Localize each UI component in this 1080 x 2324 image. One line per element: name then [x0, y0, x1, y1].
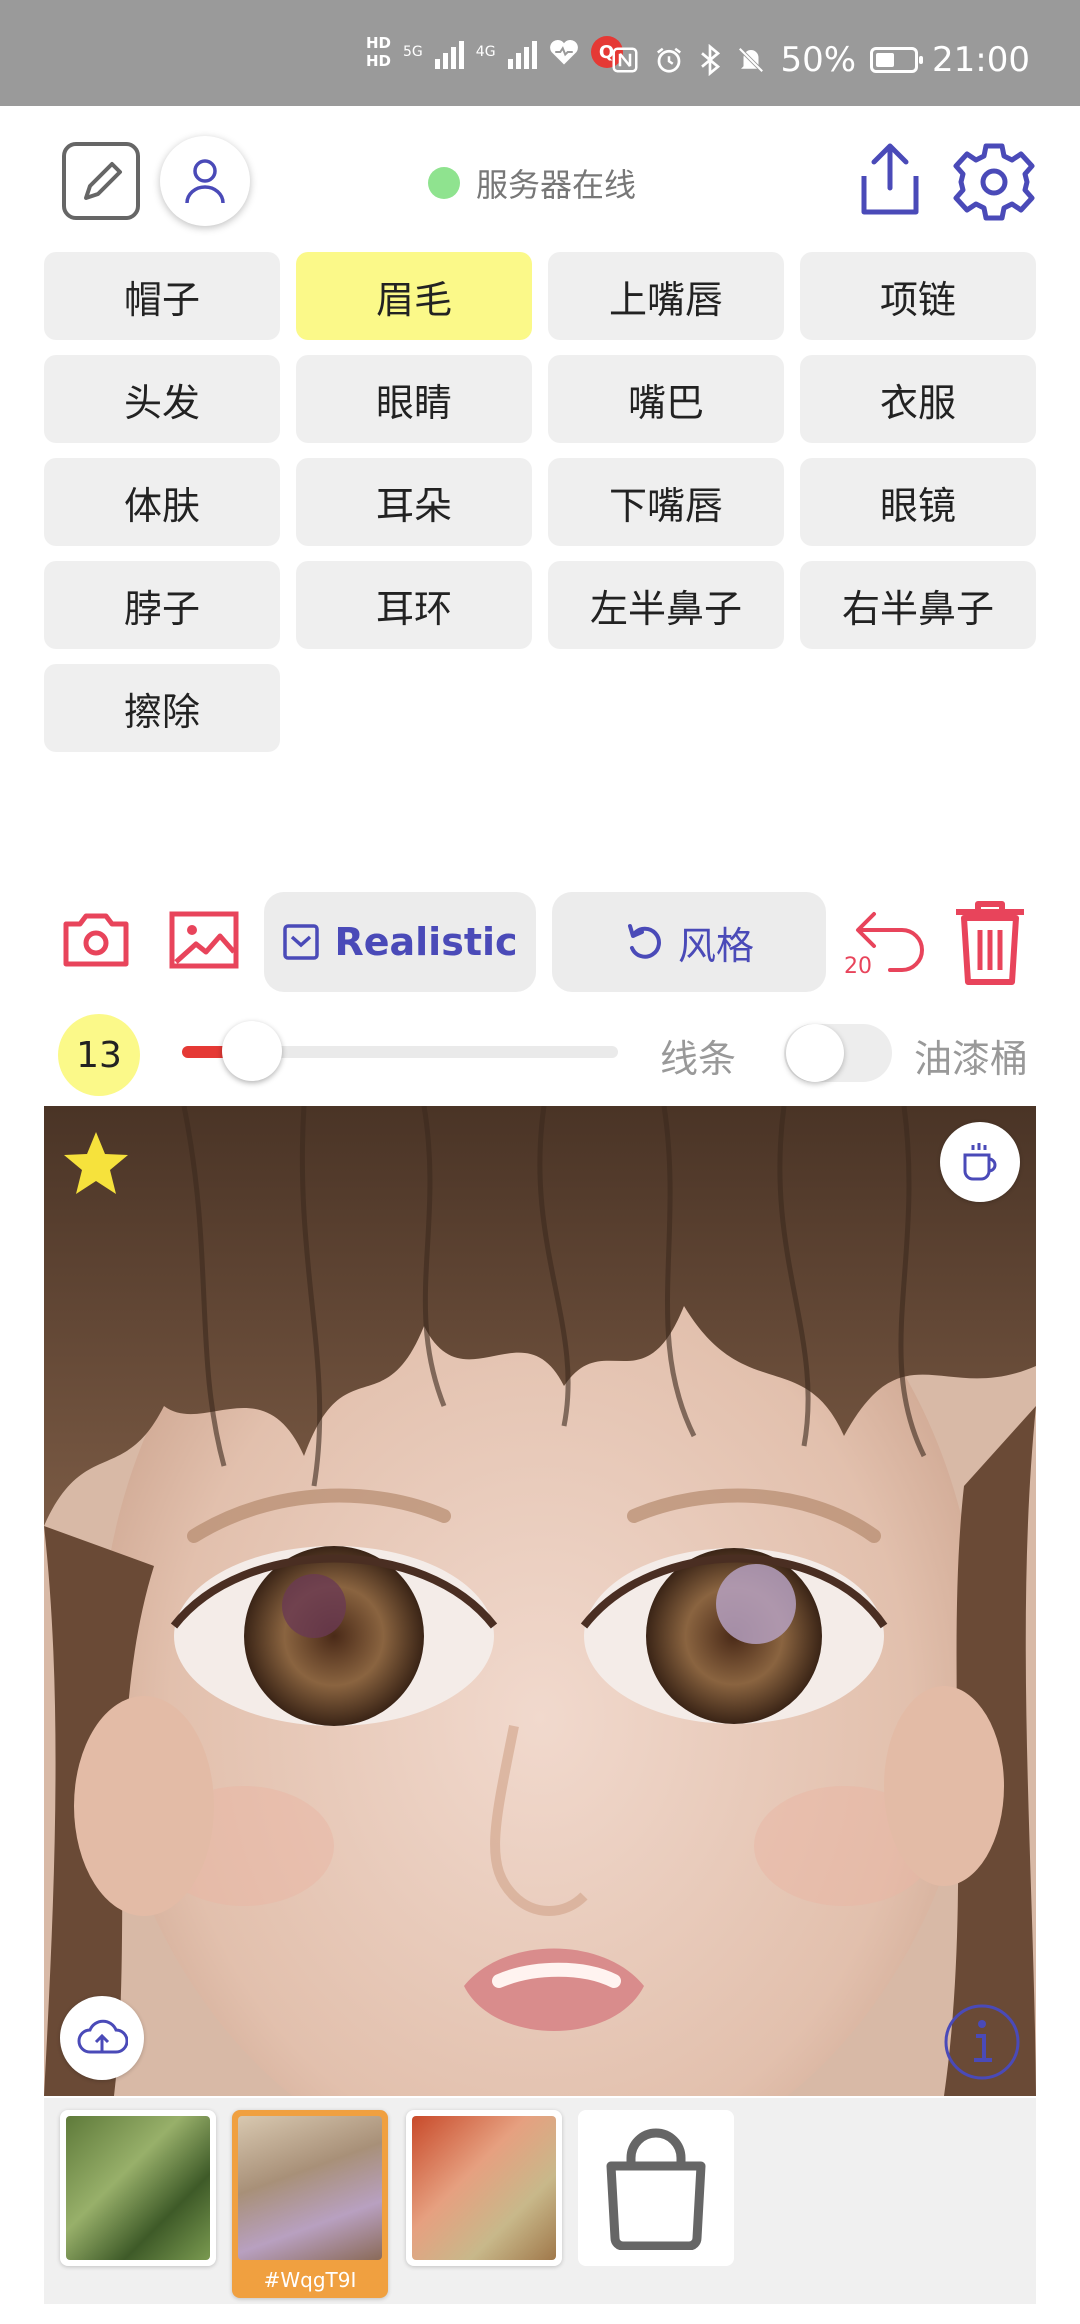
category-button-13[interactable]: 脖子 [44, 561, 280, 649]
thumbnail-tag: #WqgT9I [263, 2268, 357, 2292]
gallery-image-icon[interactable] [164, 900, 244, 980]
server-status: 服务器在线 [428, 160, 636, 206]
status-right: 50% 21:00 [610, 40, 1030, 80]
category-button-4[interactable]: 项链 [800, 252, 1036, 340]
shopping-bag-button[interactable] [578, 2110, 734, 2266]
server-status-dot [428, 167, 460, 199]
nfc-icon [612, 47, 638, 73]
drawing-canvas[interactable] [44, 1106, 1036, 2096]
category-button-6[interactable]: 眼睛 [296, 355, 532, 443]
shopping-bag-icon [606, 2128, 706, 2250]
paint-bucket-label: 油漆桶 [914, 1037, 1029, 1081]
category-grid: 帽子 眉毛 上嘴唇 项链头发 眼睛 嘴巴 衣服体肤 耳朵 下嘴唇 眼镜脖子 耳环 左半鼻子 右半鼻子擦除 [44, 252, 1036, 752]
hd-indicator: HD HD [366, 34, 391, 70]
toggle-knob [786, 1024, 844, 1082]
thumbnail-1-image [66, 2116, 210, 2260]
category-button-2[interactable]: 眉毛 [296, 252, 532, 340]
line-mode-label: 线条 [660, 1037, 737, 1081]
thumbnail-3-image [412, 2116, 556, 2260]
category-button-3[interactable]: 上嘴唇 [548, 252, 784, 340]
bluetooth-icon [701, 44, 721, 76]
thumbnail-selected[interactable]: #WqgT9I [232, 2110, 388, 2298]
net1-label: 5G [403, 44, 423, 60]
status-left: HD HD 5G 4G Q [366, 34, 623, 70]
slider-knob[interactable] [221, 1021, 282, 1081]
brush-size-slider[interactable] [182, 1021, 618, 1081]
category-button-14[interactable]: 耳环 [296, 561, 532, 649]
doll-face-image [44, 1106, 1036, 2096]
settings-gear-icon[interactable] [952, 140, 1036, 224]
share-icon[interactable] [850, 140, 930, 220]
clock: 21:00 [932, 40, 1030, 80]
category-button-16[interactable]: 右半鼻子 [800, 561, 1036, 649]
brush-size-badge: 13 [58, 1014, 140, 1096]
category-button-12[interactable]: 眼镜 [800, 458, 1036, 546]
status-bar: HD HD 5G 4G Q 50% 21:00 [0, 0, 1080, 106]
paint-bucket-toggle[interactable] [784, 1024, 892, 1082]
top-toolbar: 服务器在线 [0, 106, 1080, 246]
server-status-label: 服务器在线 [476, 166, 637, 204]
realistic-label: Realistic [334, 920, 518, 964]
camera-icon[interactable] [56, 900, 136, 980]
thumbnail-2-image [238, 2116, 382, 2260]
hd2-label: HD [366, 52, 392, 70]
thumbnail-1[interactable] [60, 2110, 216, 2266]
tools-row: Realistic 风格 20 [0, 890, 1080, 998]
category-button-1[interactable]: 帽子 [44, 252, 280, 340]
edit-icon[interactable] [62, 142, 140, 220]
category-button-9[interactable]: 体肤 [44, 458, 280, 546]
alarm-icon [657, 47, 682, 73]
checkbox-icon [283, 924, 320, 960]
category-button-7[interactable]: 嘴巴 [548, 355, 784, 443]
thumbnail-3[interactable] [406, 2110, 562, 2266]
trash-icon[interactable] [950, 896, 1030, 988]
hd1-label: HD [366, 34, 392, 52]
mute-icon [738, 47, 765, 73]
category-button-8[interactable]: 衣服 [800, 355, 1036, 443]
signal-2-icon [507, 35, 537, 69]
thumbnail-strip: #WqgT9I [44, 2098, 1036, 2304]
star-icon[interactable] [60, 1128, 132, 1200]
cloud-upload-icon[interactable] [60, 1996, 144, 2080]
user-icon[interactable] [160, 136, 250, 226]
category-button-11[interactable]: 下嘴唇 [548, 458, 784, 546]
realistic-mode-button[interactable]: Realistic [264, 892, 536, 992]
battery-fill [876, 53, 895, 67]
battery-percent: 50% [780, 40, 857, 80]
net2-label: 4G [475, 44, 496, 60]
category-button-10[interactable]: 耳朵 [296, 458, 532, 546]
category-button-5[interactable]: 头发 [44, 355, 280, 443]
style-button[interactable]: 风格 [552, 892, 826, 992]
brush-settings: 13 线条 油漆桶 [0, 1010, 1080, 1096]
category-button-17[interactable]: 擦除 [44, 664, 280, 752]
info-icon[interactable] [942, 2002, 1022, 2082]
rotate-icon [627, 924, 661, 959]
category-button-15[interactable]: 左半鼻子 [548, 561, 784, 649]
style-label: 风格 [677, 923, 754, 968]
battery-icon [870, 47, 924, 73]
heart-icon [549, 39, 578, 65]
coffee-icon[interactable] [940, 1122, 1020, 1202]
undo-count: 20 [844, 954, 872, 979]
signal-1-icon [434, 35, 464, 69]
